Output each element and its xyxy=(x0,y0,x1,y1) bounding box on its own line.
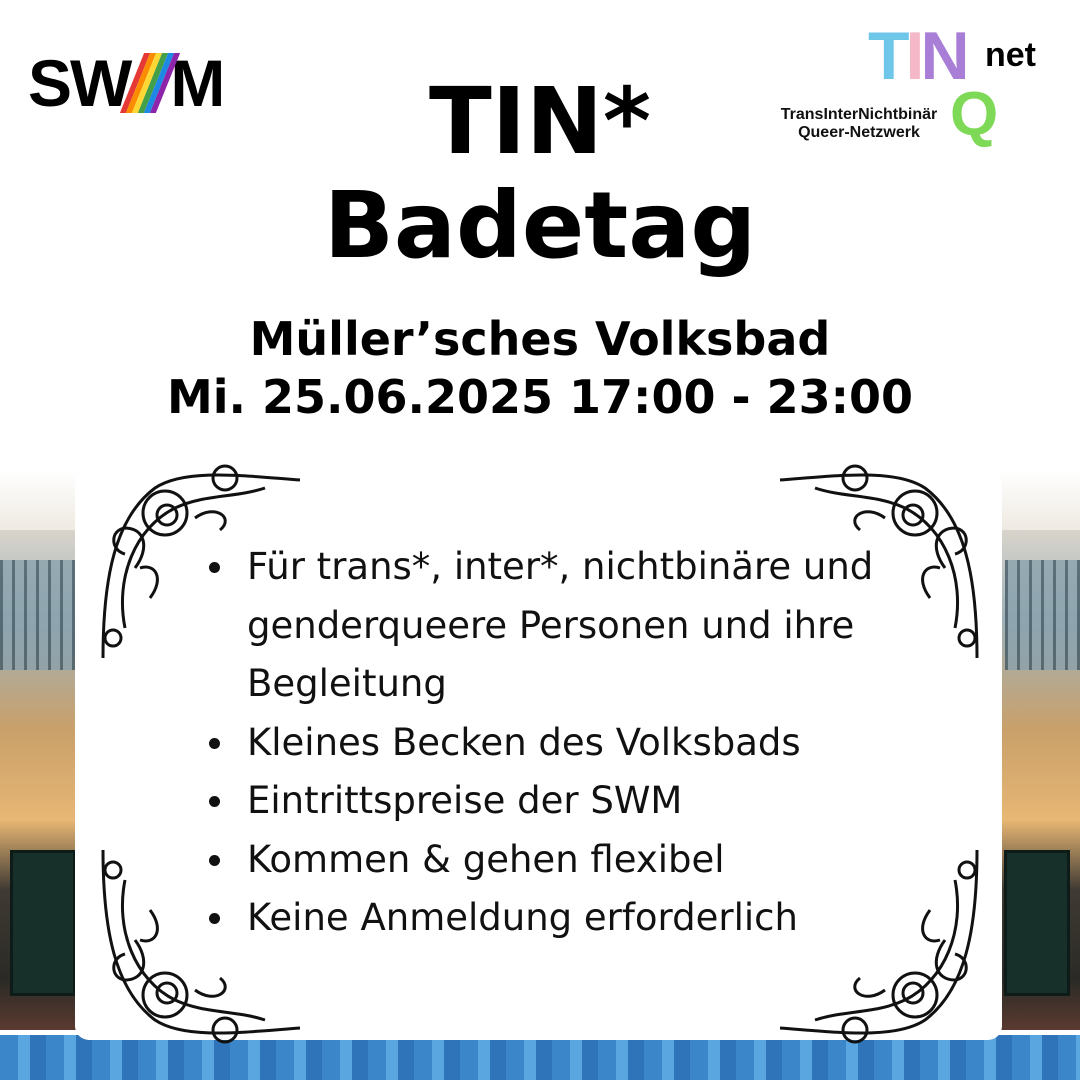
door-left xyxy=(10,850,76,996)
balcony-railing-left xyxy=(0,560,75,670)
event-details: Müller’sches Volksbad Mi. 25.06.2025 17:… xyxy=(0,310,1080,426)
list-item: Eintrittspreise der SWM xyxy=(205,772,905,831)
event-datetime: Mi. 25.06.2025 17:00 - 23:00 xyxy=(166,370,914,424)
list-item: Kleines Becken des Volksbads xyxy=(205,714,905,773)
list-item: Kommen & gehen flexibel xyxy=(205,831,905,890)
list-item: Für trans*, inter*, nichtbinäre und gend… xyxy=(205,538,905,714)
title-line1: TIN* xyxy=(428,68,652,175)
list-item: Keine Anmeldung erforderlich xyxy=(205,889,905,948)
door-right xyxy=(1004,850,1070,996)
event-venue: Müller’sches Volksbad xyxy=(249,312,831,366)
title-line2: Badetag xyxy=(323,172,757,279)
info-list: Für trans*, inter*, nichtbinäre und gend… xyxy=(205,538,905,948)
balcony-railing-right xyxy=(1005,560,1080,670)
page-title: TIN* Badetag xyxy=(0,70,1080,278)
